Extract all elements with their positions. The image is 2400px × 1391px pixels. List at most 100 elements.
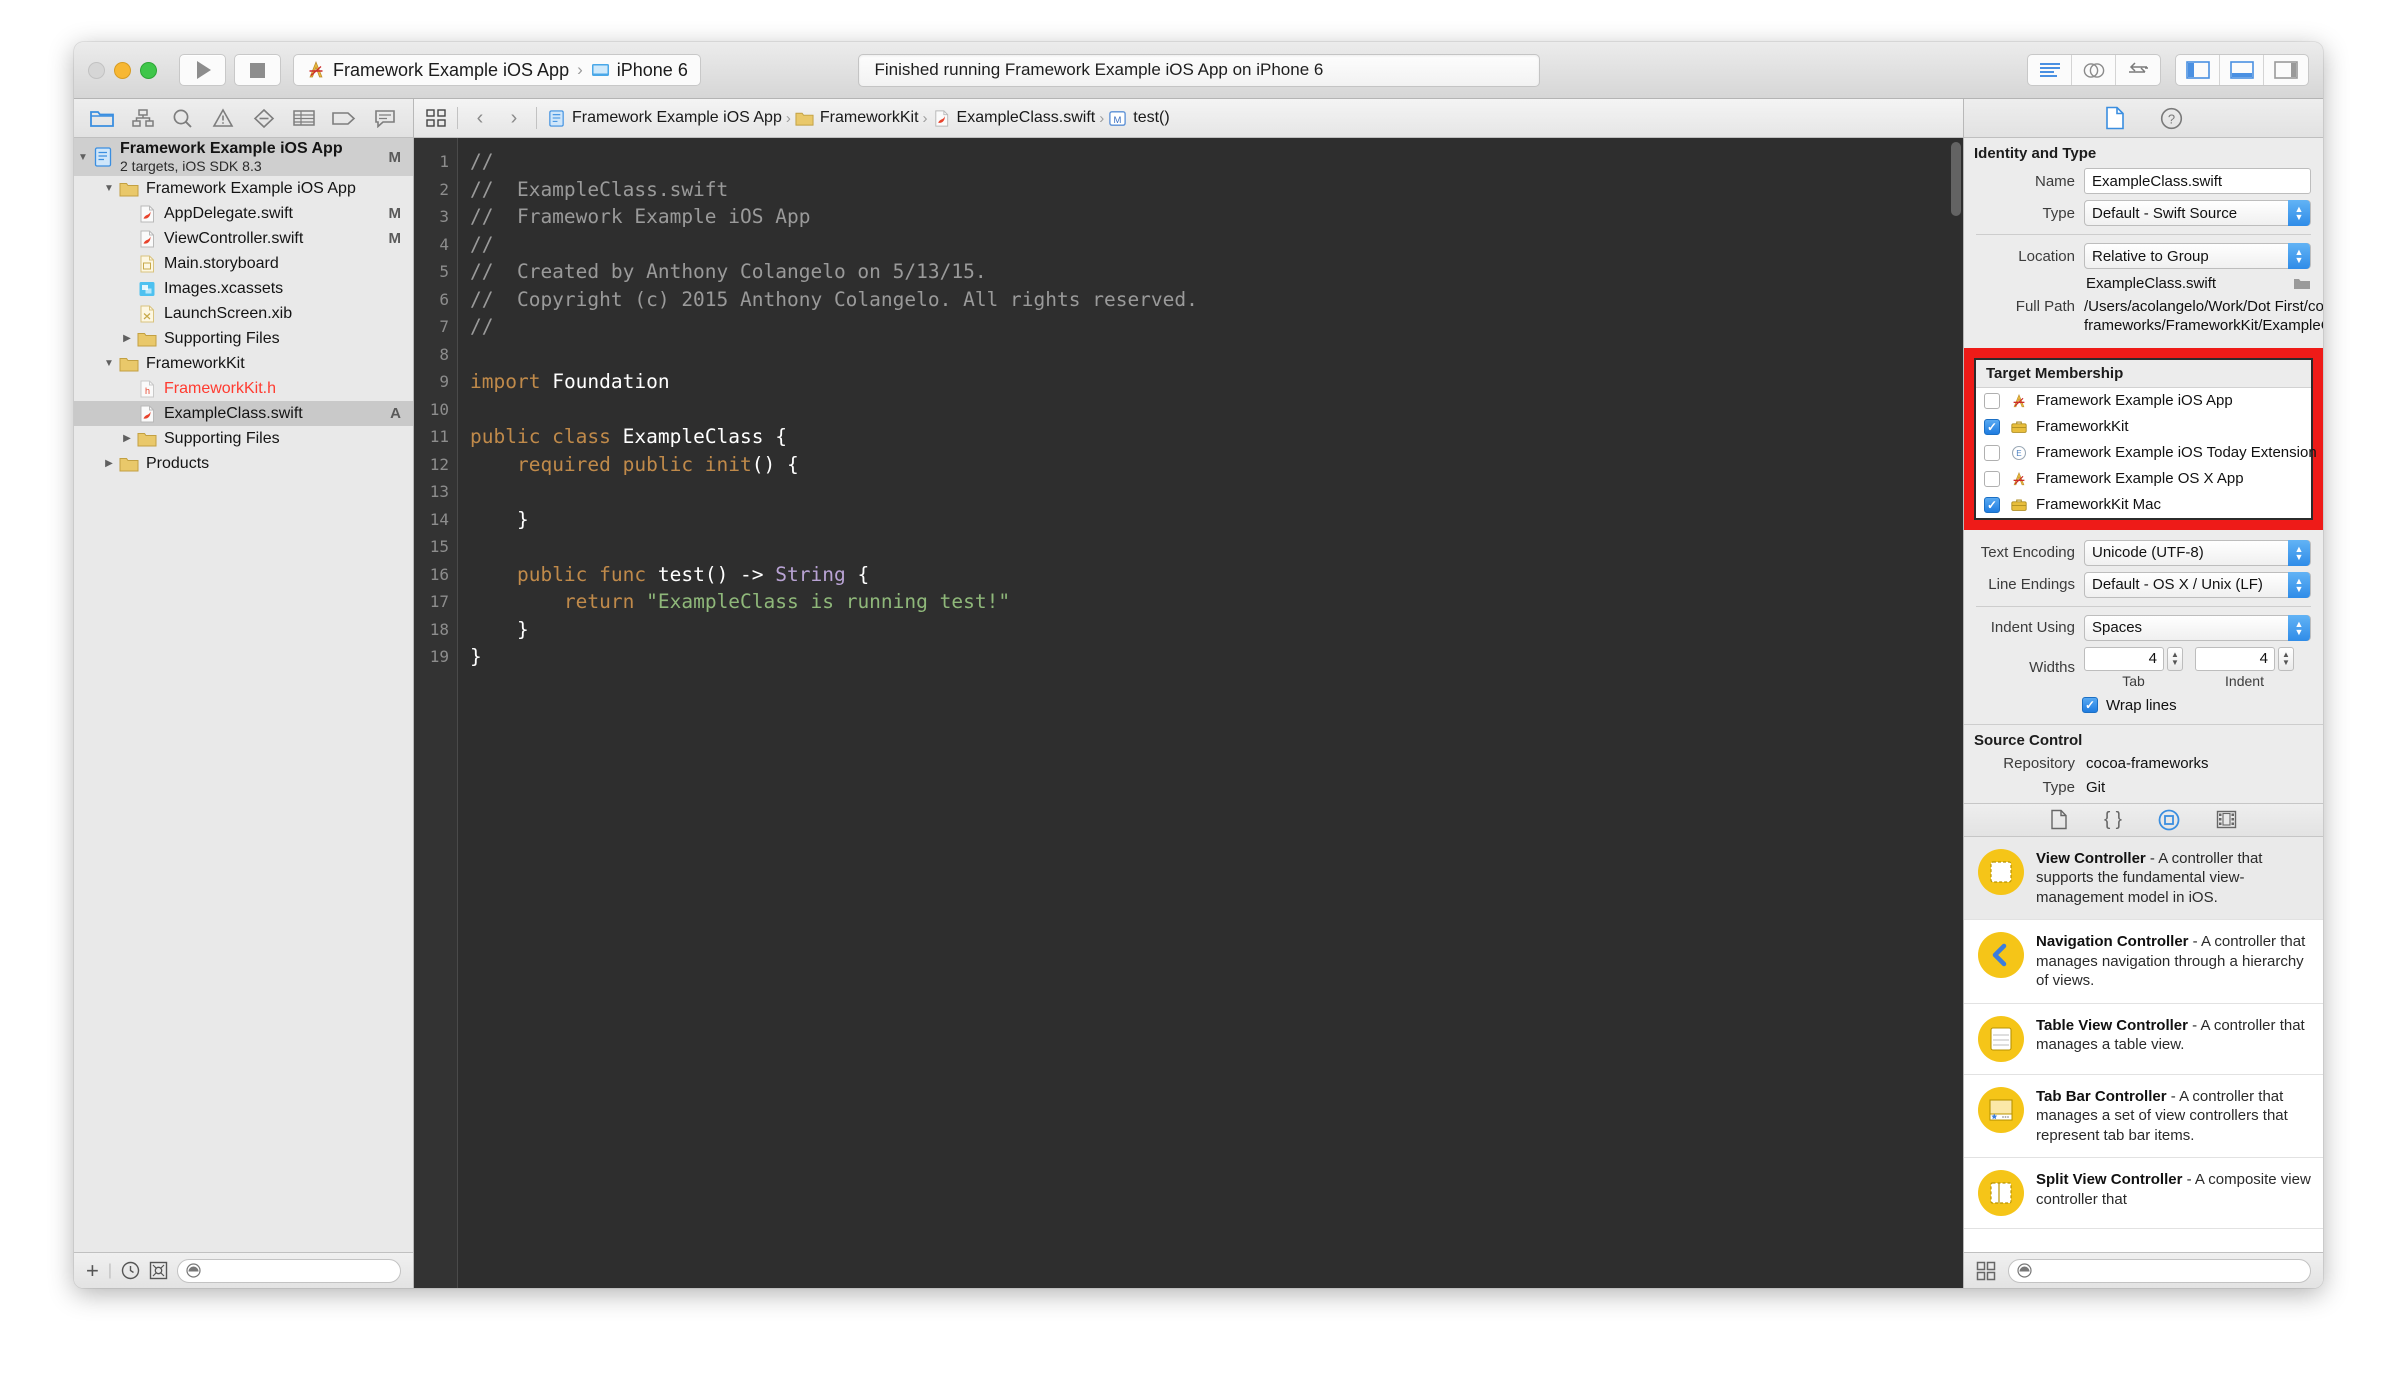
location-popup[interactable]: Relative to Group ▲ ▼: [2084, 243, 2311, 269]
toggle-utilities-button[interactable]: [2264, 55, 2308, 85]
scheme-selector[interactable]: Framework Example iOS App › iPhone 6: [293, 54, 701, 86]
version-editor-button[interactable]: [2116, 55, 2160, 85]
breadcrumb-item-2[interactable]: ExampleClass.swift: [932, 109, 1095, 128]
file-inspector-tab[interactable]: [2104, 106, 2126, 130]
tree-row-exampleclass-swift[interactable]: ▶ExampleClass.swiftA: [74, 401, 413, 426]
library-filter-field[interactable]: [2008, 1258, 2311, 1283]
library-item[interactable]: Tab Bar Controller - A controller that m…: [1964, 1075, 2323, 1159]
tree-row-frameworkkit-h[interactable]: ▶hFrameworkKit.h: [74, 376, 413, 401]
breadcrumb-item-3[interactable]: Mtest(): [1108, 109, 1170, 128]
target-membership-checkbox[interactable]: [1984, 418, 2000, 435]
tree-row-products[interactable]: ▶ Products: [74, 451, 413, 476]
target-membership-row[interactable]: Framework Example OS X App: [1976, 466, 2311, 492]
indent-width-stepper[interactable]: ▲ ▼: [2278, 646, 2294, 671]
assistant-editor-button[interactable]: [2072, 55, 2116, 85]
name-input[interactable]: ExampleClass.swift: [2084, 168, 2311, 194]
file-template-library-tab[interactable]: [2050, 809, 2068, 830]
navigate-forward-button[interactable]: ›: [502, 107, 526, 130]
issue-navigator-tab[interactable]: [210, 105, 236, 131]
target-membership-checkbox[interactable]: [1984, 496, 2000, 513]
disclosure-triangle-icon[interactable]: ▼: [100, 183, 118, 194]
object-library-tab[interactable]: [2158, 809, 2180, 831]
recent-files-filter-icon[interactable]: [121, 1261, 140, 1280]
tree-row-framework-example-ios-app[interactable]: ▼ Framework Example iOS App: [74, 176, 413, 201]
text-encoding-popup[interactable]: Unicode (UTF-8) ▲ ▼: [2084, 539, 2311, 566]
symbol-navigator-tab[interactable]: [130, 105, 156, 131]
project-navigator-tree[interactable]: ▼ Framework Example iOS App 2 targets, i…: [74, 138, 413, 1252]
toggle-debug-area-button[interactable]: [2220, 55, 2264, 85]
project-icon: [92, 147, 114, 167]
tree-row-images-xcassets[interactable]: ▶Images.xcassets: [74, 276, 413, 301]
library-grid-view-icon[interactable]: [1976, 1261, 1996, 1281]
disclosure-triangle-icon[interactable]: ▼: [74, 152, 92, 163]
library-item[interactable]: Split View Controller - A composite view…: [1964, 1158, 2323, 1230]
indent-using-popup[interactable]: Spaces ▲ ▼: [2084, 614, 2311, 641]
tree-row-supporting-files[interactable]: ▶ Supporting Files: [74, 426, 413, 451]
code-text[interactable]: // // ExampleClass.swift // Framework Exam…: [458, 138, 1963, 1288]
object-library-list[interactable]: View Controller - A controller that supp…: [1964, 836, 2323, 1252]
code-snippet-library-tab[interactable]: { }: [2104, 809, 2122, 831]
choose-folder-icon[interactable]: [2293, 276, 2311, 291]
target-membership-checkbox[interactable]: [1984, 470, 2000, 487]
framework-icon: [2011, 499, 2027, 511]
related-items-icon[interactable]: [426, 108, 447, 128]
tree-row-frameworkkit[interactable]: ▼ FrameworkKit: [74, 351, 413, 376]
add-item-button[interactable]: +: [86, 1258, 99, 1284]
library-item[interactable]: View Controller - A controller that supp…: [1964, 836, 2323, 921]
navigate-back-button[interactable]: ‹: [468, 107, 492, 130]
target-membership-checkbox[interactable]: [1984, 392, 2000, 409]
stop-button[interactable]: [234, 54, 281, 86]
quick-help-inspector-tab[interactable]: ?: [2160, 107, 2183, 130]
standard-editor-button[interactable]: [2028, 55, 2072, 85]
breakpoint-navigator-tab[interactable]: [331, 105, 357, 131]
zoom-window-button[interactable]: [140, 61, 157, 79]
source-control-filter-icon[interactable]: [149, 1261, 168, 1280]
media-library-tab[interactable]: [2216, 810, 2237, 829]
library-item[interactable]: Table View Controller - A controller tha…: [1964, 1004, 2323, 1075]
indent-width-input[interactable]: 4: [2195, 646, 2275, 671]
text-encoding-row: Text Encoding Unicode (UTF-8) ▲ ▼: [1964, 539, 2323, 566]
line-endings-popup[interactable]: Default - OS X / Unix (LF) ▲ ▼: [2084, 571, 2311, 598]
disclosure-triangle-icon[interactable]: ▶: [118, 333, 136, 344]
warning-triangle-icon: [212, 108, 234, 127]
split-view-controller-icon: [1990, 1182, 2012, 1204]
target-membership-row[interactable]: E Framework Example iOS Today Extension: [1976, 440, 2317, 466]
debug-pane-icon: [2229, 61, 2254, 79]
tree-row-supporting-files[interactable]: ▶ Supporting Files: [74, 326, 413, 351]
find-navigator-tab[interactable]: [170, 105, 196, 131]
project-navigator-tab[interactable]: [89, 105, 115, 131]
disclosure-triangle-icon[interactable]: ▶: [118, 433, 136, 444]
test-navigator-tab[interactable]: [251, 105, 277, 131]
minimize-window-button[interactable]: [114, 61, 131, 79]
close-window-button[interactable]: [88, 61, 105, 79]
tree-row-main-storyboard[interactable]: ▶Main.storyboard: [74, 251, 413, 276]
tree-row-project[interactable]: ▼ Framework Example iOS App 2 targets, i…: [74, 138, 413, 176]
target-membership-checkbox[interactable]: [1984, 444, 2000, 461]
disclosure-triangle-icon[interactable]: ▼: [100, 358, 118, 369]
file-type-icon: [136, 304, 158, 324]
tree-row-appdelegate-swift[interactable]: ▶AppDelegate.swiftM: [74, 201, 413, 226]
target-membership-row[interactable]: Framework Example iOS App: [1976, 388, 2311, 414]
breadcrumb-item-1[interactable]: FrameworkKit: [795, 109, 919, 128]
type-popup[interactable]: Default - Swift Source ▲ ▼: [2084, 200, 2311, 226]
disclosure-triangle-icon[interactable]: ▶: [100, 458, 118, 469]
scm-status-badge: M: [388, 205, 402, 222]
toggle-navigator-button[interactable]: [2176, 55, 2220, 85]
editor-scrollbar[interactable]: [1951, 142, 1961, 216]
run-button[interactable]: [179, 54, 226, 86]
tab-width-stepper[interactable]: ▲ ▼: [2167, 646, 2183, 671]
tree-row-viewcontroller-swift[interactable]: ▶ViewController.swiftM: [74, 226, 413, 251]
navigator-filter-field[interactable]: [177, 1258, 401, 1283]
wrap-lines-checkbox[interactable]: [2082, 697, 2098, 714]
report-navigator-tab[interactable]: [372, 105, 398, 131]
source-editor[interactable]: 1 2 3 4 5 6 7 8 9 10 11 12 13 14 15 16 17 18 19 //// Examp…: [414, 138, 1963, 1288]
breadcrumb-item-0[interactable]: Framework Example iOS App: [547, 109, 782, 128]
debug-navigator-tab[interactable]: [291, 105, 317, 131]
tree-row-launchscreen-xib[interactable]: ▶LaunchScreen.xib: [74, 301, 413, 326]
tab-width-input[interactable]: 4: [2084, 646, 2164, 671]
target-membership-row[interactable]: FrameworkKit Mac: [1976, 492, 2311, 518]
library-item[interactable]: Navigation Controller - A controller tha…: [1964, 920, 2323, 1004]
target-membership-row[interactable]: FrameworkKit: [1976, 414, 2311, 440]
utilities-pane: ? Identity and Type Name ExampleClass.sw…: [1963, 99, 2323, 1288]
